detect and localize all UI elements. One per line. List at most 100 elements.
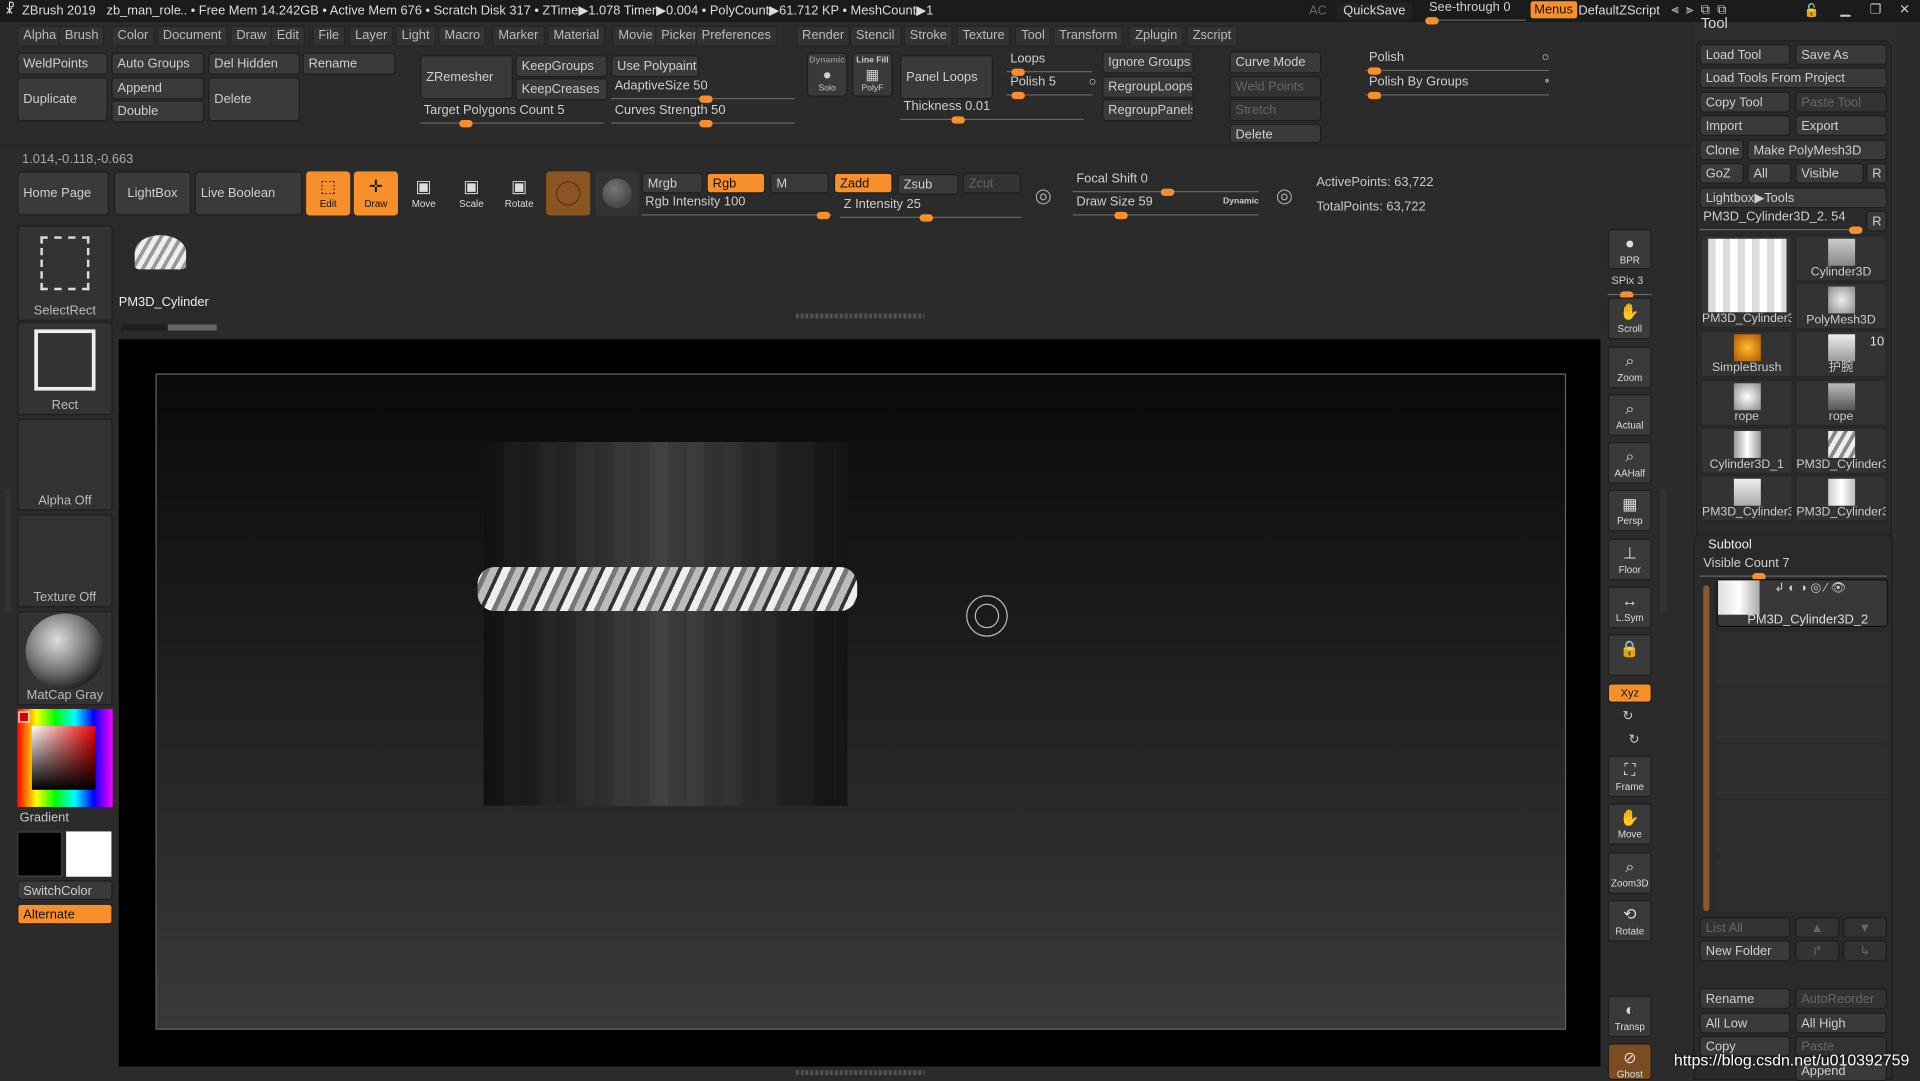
cylinder-mesh[interactable] (483, 442, 848, 806)
lightbox-tools-button[interactable]: Lightbox▶Tools (1699, 187, 1887, 209)
subtool-scrollbar[interactable] (1703, 585, 1710, 912)
curve-mode-button[interactable]: Curve Mode (1229, 51, 1322, 74)
polish-loops-slider[interactable]: Polish 5 (1006, 75, 1093, 100)
texture-button[interactable]: Texture Off (17, 514, 113, 608)
y-rotate-icon[interactable]: ↻ (1622, 709, 1633, 724)
loops-slider[interactable]: Loops (1006, 51, 1093, 76)
adaptive-size-slider[interactable]: AdaptiveSize 50 (611, 78, 795, 103)
quicksave-button[interactable]: QuickSave (1337, 2, 1412, 20)
alternate-button[interactable]: Alternate (17, 903, 113, 925)
ac-indicator[interactable]: AC (1309, 4, 1327, 19)
dot-icon[interactable]: ● (1544, 75, 1550, 86)
tool-thumbnail[interactable]: PM3D_Cylinder3 (1700, 235, 1793, 329)
weld-points-button[interactable]: Weld Points (1229, 75, 1322, 98)
goz-r-button[interactable]: R (1866, 162, 1887, 184)
restore-icon[interactable]: ❐ (1870, 2, 1882, 17)
rotate-view-button[interactable]: ⟲ Rotate (1607, 900, 1652, 942)
menu-edit[interactable]: Edit (270, 25, 306, 47)
main-color-swatch[interactable] (66, 831, 112, 877)
export-button[interactable]: Export (1795, 115, 1887, 136)
focal-shift-icon[interactable]: ◎ (1035, 184, 1052, 208)
menu-render[interactable]: Render (795, 25, 851, 47)
zremesher-button[interactable]: ZRemesher (420, 55, 514, 100)
tool-thumbnail[interactable]: PM3D_Cylinder3 (1795, 427, 1887, 474)
clone-button[interactable]: Clone (1699, 139, 1744, 161)
menu-preferences[interactable]: Preferences (695, 25, 778, 47)
goz-button[interactable]: GoZ (1699, 162, 1744, 184)
rgb-intensity-slider[interactable]: Rgb Intensity 100 (641, 195, 832, 220)
secondary-color-swatch[interactable] (17, 831, 63, 877)
draw-size-slider[interactable]: Draw Size 59 Dynamic (1072, 195, 1259, 220)
curves-strength-slider[interactable]: Curves Strength 50 (611, 103, 795, 128)
rotate-button[interactable]: ▣ Rotate (497, 171, 541, 215)
see-through-slider[interactable]: See-through 0 (1425, 0, 1526, 25)
copy-tool-button[interactable]: Copy Tool (1699, 91, 1791, 113)
panel-loops-button[interactable]: Panel Loops (900, 55, 994, 100)
color-picker[interactable] (17, 708, 113, 807)
dynamic-solo-button[interactable]: Dynamic ● Solo (806, 52, 848, 97)
top-tray-handle[interactable] (795, 313, 925, 319)
lightbox-button[interactable]: LightBox (113, 171, 192, 216)
dynamic-d-icon[interactable]: ◎ (1276, 184, 1293, 208)
menu-tool[interactable]: Tool (1015, 25, 1051, 47)
ignore-groups-button[interactable]: Ignore Groups (1102, 51, 1194, 74)
edit-button[interactable]: ⬚ Edit (306, 171, 351, 216)
material-matcap-button[interactable]: MatCap Gray (17, 611, 113, 706)
menus-toggle[interactable]: Menus (1530, 1, 1577, 19)
keepcreases-button[interactable]: KeepCreases (515, 78, 608, 101)
menu-transform[interactable]: Transform (1053, 25, 1124, 47)
z-rotate-icon[interactable]: ↻ (1629, 732, 1640, 747)
menu-brush[interactable]: Brush (58, 25, 105, 47)
menu-macro[interactable]: Macro (438, 25, 487, 47)
right-tray-handle[interactable] (1660, 489, 1667, 613)
z-intensity-slider[interactable]: Z Intensity 25 (840, 197, 1022, 222)
current-tool-slider[interactable]: PM3D_Cylinder3D_2. 54 (1699, 209, 1863, 234)
menu-stroke[interactable]: Stroke (903, 25, 954, 47)
material-button[interactable] (546, 171, 591, 216)
brush-scrollbar[interactable] (121, 324, 217, 331)
polish-circle-icon[interactable]: ○ (1089, 75, 1097, 90)
polish-circle-icon[interactable]: ○ (1542, 50, 1550, 65)
regroup-panels-button[interactable]: RegroupPanels (1102, 99, 1194, 122)
menu-zscript[interactable]: Zscript (1186, 25, 1238, 47)
menu-color[interactable]: Color (111, 25, 155, 47)
live-boolean-button[interactable]: Live Boolean (194, 171, 303, 216)
auto-groups-button[interactable]: Auto Groups (111, 52, 205, 75)
alpha-button[interactable]: Alpha Off (17, 418, 113, 511)
new-folder-button[interactable]: New Folder (1699, 940, 1791, 962)
delete-button[interactable]: Delete (208, 77, 301, 122)
home-page-button[interactable]: Home Page (17, 171, 109, 216)
bpr-button[interactable]: ● BPR (1607, 228, 1652, 270)
menu-draw[interactable]: Draw (230, 25, 273, 47)
menu-alpha[interactable]: Alpha (17, 25, 63, 47)
aahalf-button[interactable]: ⌕ AAHalf (1607, 442, 1652, 484)
goz-visible-button[interactable]: Visible (1795, 162, 1864, 184)
dynamic-size-toggle[interactable]: Dynamic (1223, 197, 1259, 206)
menu-material[interactable]: Material (547, 25, 606, 47)
polish-slider[interactable]: Polish (1365, 50, 1549, 75)
default-zscript-button[interactable]: DefaultZScript (1578, 4, 1659, 19)
stretch-button[interactable]: Stretch (1229, 99, 1322, 122)
switch-color-button[interactable]: SwitchColor (17, 880, 113, 901)
texture-sphere-button[interactable] (595, 171, 640, 216)
tool-thumbnail[interactable]: PM3D_Cylinder3 (1795, 475, 1887, 522)
spix-slider[interactable]: SPix 3 (1607, 274, 1652, 299)
menu-texture[interactable]: Texture (956, 25, 1011, 47)
save-as-button[interactable]: Save As (1795, 44, 1887, 65)
bottom-tray-handle[interactable] (795, 1070, 925, 1076)
menu-document[interactable]: Document (156, 25, 228, 47)
menu-stencil[interactable]: Stencil (849, 25, 901, 47)
weldpoints-button[interactable]: WeldPoints (17, 52, 108, 75)
subtool-title[interactable]: Subtool (1708, 538, 1752, 553)
move-view-button[interactable]: ✋ Move (1607, 803, 1652, 845)
menu-zplugin[interactable]: Zplugin (1128, 25, 1184, 47)
zsub-button[interactable]: Zsub (897, 173, 959, 195)
transp-button[interactable]: ◐ Transp (1607, 995, 1652, 1038)
rename-button[interactable]: Rename (302, 52, 396, 75)
lsym-button[interactable]: ↔ L.Sym (1607, 586, 1652, 629)
tool-thumbnail[interactable]: SimpleBrush (1700, 330, 1793, 378)
draw-button[interactable]: ✛ Draw (353, 171, 398, 216)
menu-light[interactable]: Light (395, 25, 436, 47)
del-hidden-button[interactable]: Del Hidden (208, 52, 301, 75)
polyframe-button[interactable]: Line Fill ▦ PolyF (852, 52, 893, 97)
